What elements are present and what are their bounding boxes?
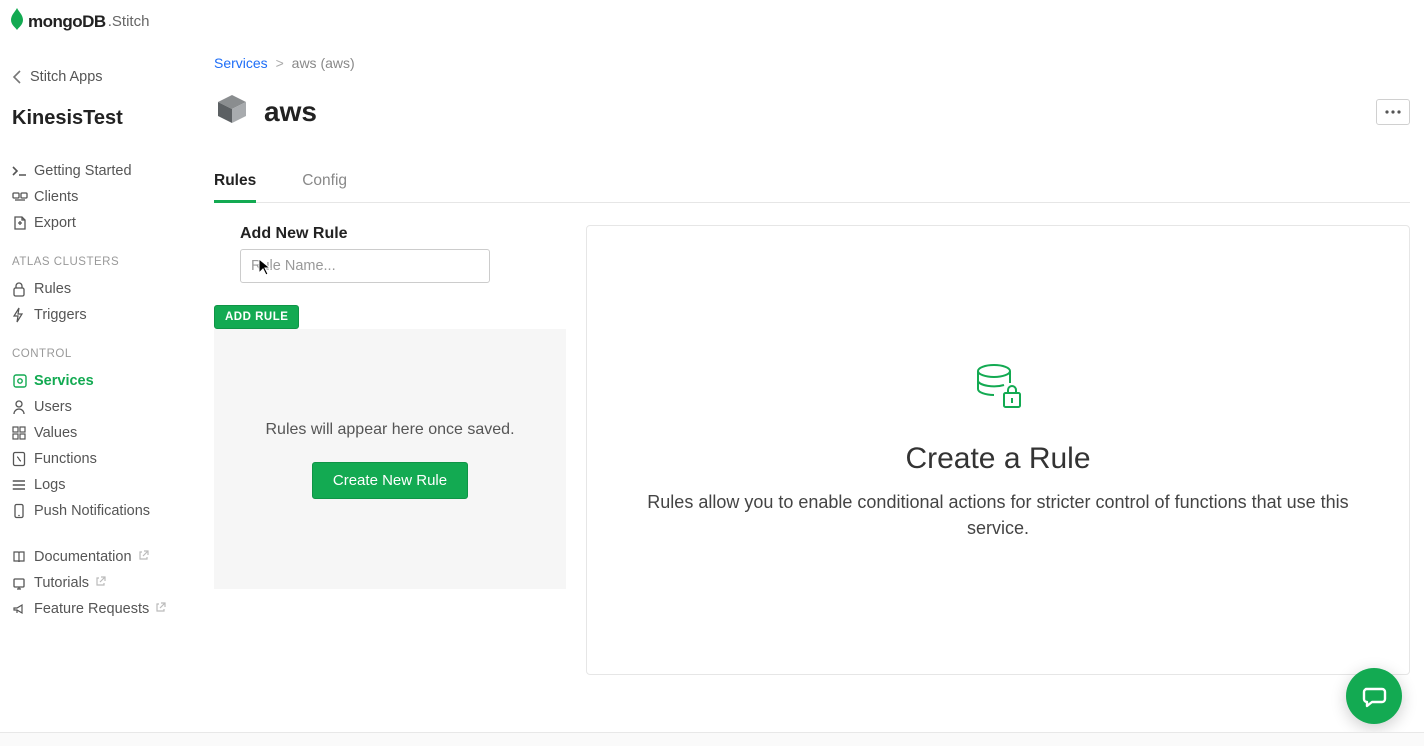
function-icon (12, 451, 34, 467)
push-icon (12, 503, 34, 519)
sidebar-item-logs[interactable]: Logs (12, 472, 188, 498)
sidebar-item-label: Push Notifications (34, 503, 150, 519)
external-link-icon (138, 549, 149, 565)
sidebar-item-label: Documentation (34, 549, 132, 565)
section-title-control: CONTROL (12, 348, 188, 360)
breadcrumb-services[interactable]: Services (214, 55, 268, 71)
status-bar (0, 732, 1424, 746)
sidebar-item-feature-requests[interactable]: Feature Requests (12, 596, 188, 622)
brand-suffix: .Stitch (108, 13, 150, 30)
breadcrumb-sep: > (276, 55, 284, 71)
sidebar-item-push[interactable]: Push Notifications (12, 498, 188, 524)
back-label: Stitch Apps (30, 69, 103, 85)
more-actions-button[interactable] (1376, 99, 1410, 125)
sidebar-item-label: Getting Started (34, 163, 132, 179)
brand-name: mongoDB (28, 12, 106, 32)
sidebar-item-triggers[interactable]: Triggers (12, 302, 188, 328)
sidebar-item-services[interactable]: Services (12, 368, 188, 394)
create-new-rule-button[interactable]: Create New Rule (312, 462, 468, 499)
lock-icon (12, 281, 34, 297)
database-lock-icon (970, 359, 1026, 420)
app-logo: mongoDB.Stitch (0, 0, 1424, 41)
sidebar-item-label: Users (34, 399, 72, 415)
section-title-atlas: ATLAS CLUSTERS (12, 256, 188, 268)
tabs: Rules Config (214, 162, 1410, 203)
sidebar-item-label: Functions (34, 451, 97, 467)
sidebar-item-label: Rules (34, 281, 71, 297)
sidebar-item-tutorials[interactable]: Tutorials (12, 570, 188, 596)
mongodb-leaf-icon (10, 8, 24, 35)
chevron-left-icon (12, 70, 22, 84)
chat-launcher-button[interactable] (1346, 668, 1402, 724)
sidebar-item-documentation[interactable]: Documentation (12, 544, 188, 570)
rules-placeholder: Rules will appear here once saved. Creat… (214, 329, 566, 589)
rules-sidebar: Add New Rule ADD RULE Rules will appear … (214, 225, 566, 589)
chat-icon (1360, 682, 1388, 710)
rule-name-input[interactable] (240, 249, 490, 283)
export-icon (12, 215, 34, 231)
sidebar-item-rules[interactable]: Rules (12, 276, 188, 302)
sidebar-item-label: Clients (34, 189, 78, 205)
rule-detail-empty: Create a Rule Rules allow you to enable … (586, 225, 1410, 675)
create-rule-description: Rules allow you to enable conditional ac… (647, 490, 1349, 540)
create-rule-heading: Create a Rule (905, 442, 1090, 476)
list-icon (12, 478, 34, 492)
dots-icon (1385, 110, 1401, 114)
sidebar: Stitch Apps KinesisTest Getting Started … (0, 41, 200, 755)
sidebar-item-values[interactable]: Values (12, 420, 188, 446)
add-rule-chip[interactable]: ADD RULE (214, 305, 299, 329)
grid-icon (12, 426, 34, 440)
prompt-icon (12, 164, 34, 178)
breadcrumb-current: aws (aws) (292, 55, 355, 71)
back-to-apps[interactable]: Stitch Apps (12, 69, 188, 85)
sidebar-item-label: Triggers (34, 307, 87, 323)
user-icon (12, 399, 34, 415)
main-content: Services > aws (aws) aws Rules Config Ad… (200, 41, 1424, 755)
book-icon (12, 550, 34, 564)
sidebar-item-label: Services (34, 373, 94, 389)
tab-rules[interactable]: Rules (214, 162, 256, 203)
external-link-icon (155, 601, 166, 617)
cube-icon (214, 91, 250, 132)
megaphone-icon (12, 602, 34, 616)
tutorials-icon (12, 576, 34, 590)
sidebar-item-functions[interactable]: Functions (12, 446, 188, 472)
sidebar-item-label: Tutorials (34, 575, 89, 591)
bolt-icon (12, 307, 34, 323)
sidebar-item-label: Values (34, 425, 77, 441)
sidebar-item-getting-started[interactable]: Getting Started (12, 158, 188, 184)
sidebar-item-export[interactable]: Export (12, 210, 188, 236)
tab-config[interactable]: Config (302, 162, 347, 203)
sidebar-item-users[interactable]: Users (12, 394, 188, 420)
sidebar-item-clients[interactable]: Clients (12, 184, 188, 210)
rules-placeholder-text: Rules will appear here once saved. (265, 419, 514, 441)
clients-icon (12, 190, 34, 204)
sidebar-item-label: Logs (34, 477, 65, 493)
sidebar-item-label: Feature Requests (34, 601, 149, 617)
external-link-icon (95, 575, 106, 591)
app-name: KinesisTest (12, 107, 188, 130)
sidebar-item-label: Export (34, 215, 76, 231)
breadcrumb: Services > aws (aws) (214, 55, 1410, 71)
services-icon (12, 373, 34, 389)
page-title: aws (264, 96, 317, 128)
add-rule-heading: Add New Rule (214, 225, 566, 243)
